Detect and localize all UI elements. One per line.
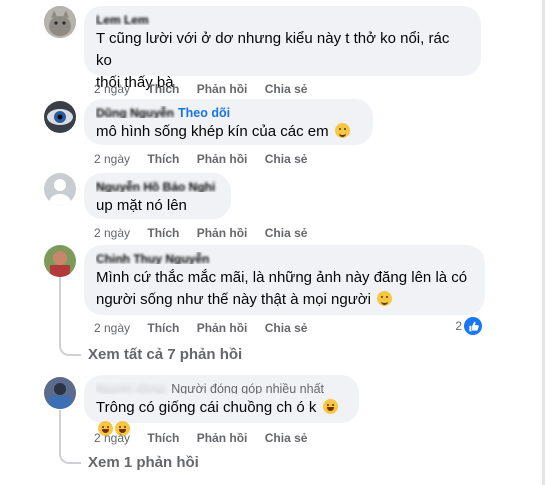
comment-time[interactable]: 2 ngày: [94, 226, 130, 240]
comment-author[interactable]: Lem Lem: [96, 13, 469, 25]
view-one-reply-link[interactable]: Xem 1 phản hồi: [88, 454, 199, 471]
comment-actions: 2 ngày Thích Phản hồi Chia sẻ: [94, 152, 321, 166]
sad-smile-emoji-icon: [377, 291, 393, 306]
comment-author[interactable]: Người dùng Người đóng góp nhiều nhất: [96, 382, 347, 394]
eye-avatar-icon: [44, 101, 76, 133]
reply-button[interactable]: Phản hồi: [197, 152, 248, 166]
comment-time[interactable]: 2 ngày: [94, 431, 130, 445]
reply-button[interactable]: Phản hồi: [197, 431, 248, 445]
like-button[interactable]: Thích: [147, 431, 179, 445]
comment-actions: 2 ngày Thích Phản hồi Chia sẻ: [94, 82, 321, 96]
comment-time[interactable]: 2 ngày: [94, 321, 130, 335]
photo-avatar-icon: [44, 377, 76, 409]
reply-button[interactable]: Phản hồi: [197, 82, 248, 96]
comment-bubble: Nguyễn Hồ Bảo Nghi up mặt nó lên: [84, 173, 231, 219]
comment-text: up mặt nó lên: [96, 197, 187, 214]
top-contributor-badge: Người đóng góp nhiều nhất: [171, 382, 325, 394]
grinning-emoji-icon: [334, 123, 350, 138]
comment-actions: 2 ngày Thích Phản hồi Chia sẻ: [94, 226, 321, 240]
like-button[interactable]: Thích: [147, 82, 179, 96]
avatar[interactable]: [44, 245, 76, 277]
comment-author[interactable]: Nguyễn Hồ Bảo Nghi: [96, 180, 219, 192]
thread-elbow: [59, 430, 81, 464]
reply-button[interactable]: Phản hồi: [197, 226, 248, 240]
laughing-emoji-icon: [322, 399, 338, 414]
comment-time[interactable]: 2 ngày: [94, 152, 130, 166]
reaction-number: 2: [455, 319, 462, 333]
thread-elbow: [59, 320, 81, 356]
comment-actions: 2 ngày Thích Phản hồi Chia sẻ: [94, 321, 321, 335]
photo-avatar-icon: [44, 245, 76, 277]
comment-bubble: Dũng Nguyễn Theo dõi mô hình sống khép kí…: [84, 99, 373, 145]
comment-text: mô hình sống khép kín của các em: [96, 121, 361, 143]
avatar[interactable]: [44, 377, 76, 409]
comment-author[interactable]: Dũng Nguyễn Theo dõi: [96, 106, 361, 118]
comment-bubble: Người dùng Người đóng góp nhiều nhất Trôn…: [84, 375, 359, 436]
view-all-replies-link[interactable]: Xem tất cả 7 phản hồi: [88, 346, 242, 363]
avatar[interactable]: [44, 6, 76, 38]
comment-bubble: Chinh Thuy Nguyễn Mình cứ thắc mắc mãi, …: [84, 245, 485, 315]
like-button[interactable]: Thích: [147, 226, 179, 240]
share-button[interactable]: Chia sẻ: [265, 431, 308, 445]
cat-avatar-icon: [44, 6, 76, 38]
avatar[interactable]: [44, 101, 76, 133]
avatar[interactable]: [44, 173, 76, 205]
like-button[interactable]: Thích: [147, 321, 179, 335]
like-button[interactable]: Thích: [147, 152, 179, 166]
share-button[interactable]: Chia sẻ: [265, 321, 308, 335]
comment-author[interactable]: Chinh Thuy Nguyễn: [96, 252, 473, 264]
share-button[interactable]: Chia sẻ: [265, 226, 308, 240]
share-button[interactable]: Chia sẻ: [265, 82, 308, 96]
reaction-count[interactable]: 2: [455, 317, 482, 335]
comment-text: Mình cứ thắc mắc mãi, là những ảnh này đ…: [96, 269, 468, 308]
reply-button[interactable]: Phản hồi: [197, 321, 248, 335]
comment-actions: 2 ngày Thích Phản hồi Chia sẻ: [94, 431, 321, 445]
comment-bubble: Lem Lem T cũng lười với ở dơ nhưng kiểu …: [84, 6, 481, 91]
default-avatar-icon: [44, 173, 76, 205]
comment-time[interactable]: 2 ngày: [94, 82, 130, 96]
like-reaction-icon: [464, 317, 482, 335]
share-button[interactable]: Chia sẻ: [265, 152, 308, 166]
follow-link[interactable]: Theo dõi: [178, 106, 230, 118]
